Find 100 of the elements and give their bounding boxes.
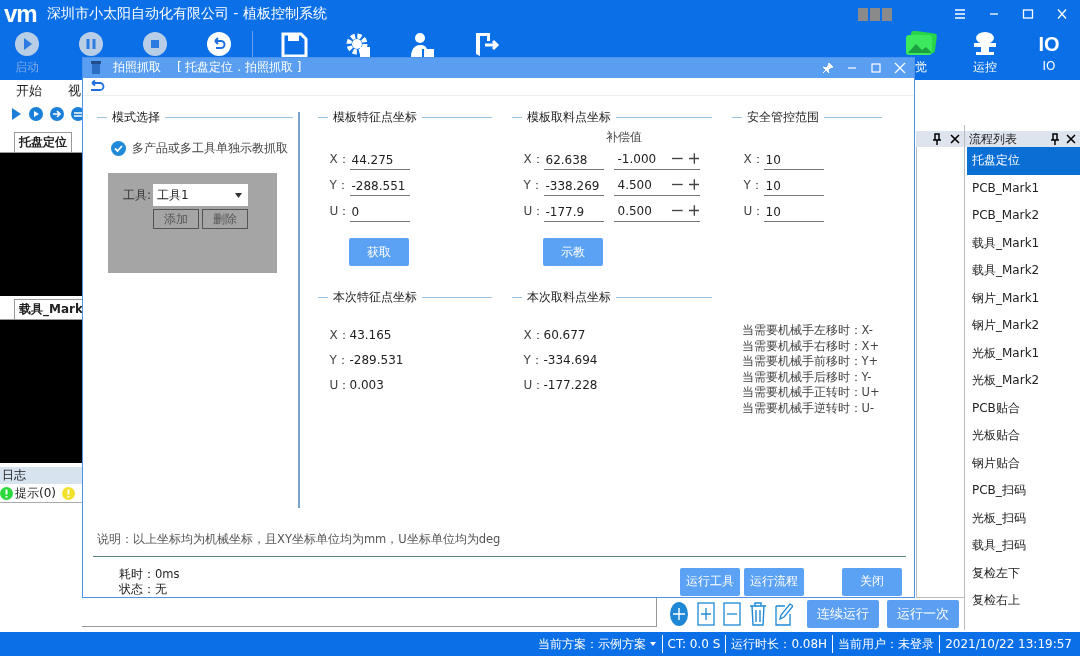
section-title: 模板特征点坐标 — [332, 109, 417, 125]
range-field[interactable]: 10 — [763, 148, 824, 171]
offset-field[interactable]: -1.000 — [617, 151, 667, 166]
robot-icon — [972, 31, 998, 57]
pin-icon[interactable] — [932, 133, 942, 145]
flow-item[interactable]: PCB_Mark2 — [967, 202, 1080, 230]
range-field[interactable]: 10 — [763, 174, 824, 197]
play-icon — [14, 31, 40, 57]
checkbox[interactable]: 多产品或多工具单独示教抓取 — [111, 140, 293, 158]
dialog-path: [ 托盘定位 . 拍照抓取 ] — [177, 59, 302, 77]
coordinate-field[interactable]: -338.269 — [543, 174, 604, 197]
axis-label: X： — [523, 150, 540, 168]
document-icon — [91, 60, 101, 75]
coordinate-value: -177.228 — [543, 378, 598, 393]
flow-item[interactable]: 载具_Mark1 — [967, 229, 1080, 257]
flow-item[interactable]: 钢片贴合 — [967, 449, 1080, 477]
coordinate-value: -334.694 — [543, 353, 598, 368]
range-field[interactable]: 10 — [763, 200, 824, 223]
offset-field[interactable]: 0.500 — [617, 203, 667, 218]
undo-icon[interactable] — [206, 31, 232, 57]
plus-icon[interactable] — [688, 205, 700, 217]
toolbar-button[interactable]: 觉 — [894, 31, 948, 76]
field-label: 工具: — [123, 186, 152, 204]
axis-label: U： — [329, 376, 346, 394]
flow-item[interactable]: 载具_扫码 — [967, 532, 1080, 560]
menu-item[interactable]: 开始 — [16, 82, 42, 100]
hint-text: 当需要机械手左移时：X- — [741, 323, 874, 339]
flow-item[interactable]: PCB_扫码 — [967, 477, 1080, 505]
flow-item[interactable]: 载具_Mark2 — [967, 257, 1080, 285]
section-title: 本次取料点坐标 — [526, 289, 611, 305]
pin-icon[interactable] — [1050, 133, 1060, 145]
view-tab[interactable]: 托盘定位 — [14, 132, 72, 152]
dropdown-caret-icon — [235, 192, 243, 198]
undo-icon[interactable] — [89, 80, 105, 93]
axis-label: X： — [329, 150, 346, 168]
coordinate-value: 43.165 — [349, 328, 392, 343]
tool-dropdown[interactable]: 工具1 — [153, 184, 249, 207]
hint-text: 当需要机械手前移时：Y+ — [741, 354, 880, 370]
toolbar-button[interactable]: IO IO — [1022, 31, 1076, 73]
coordinate-field[interactable]: 0 — [349, 200, 410, 223]
maximize-icon[interactable] — [1022, 9, 1034, 19]
close-icon[interactable] — [1066, 134, 1076, 144]
dropdown-caret-icon[interactable] — [648, 641, 657, 647]
toolbar-button[interactable]: 运控 — [958, 31, 1012, 76]
play-icon[interactable] — [10, 107, 22, 120]
trash-icon[interactable] — [749, 602, 767, 626]
save-icon[interactable] — [280, 31, 308, 59]
status-text: 2021/10/22 13:19:57 — [945, 637, 1072, 651]
axis-label: Y： — [523, 351, 540, 369]
flow-item[interactable]: 托盘定位 — [967, 147, 1080, 175]
coordinate-field[interactable]: 62.638 — [543, 148, 604, 171]
hint-text: 当需要机械手右移时：X+ — [741, 338, 880, 355]
flow-item[interactable]: 光板贴合 — [967, 422, 1080, 450]
section-title: 安全管控范围 — [746, 109, 819, 125]
flow-item[interactable]: 复检右上 — [967, 587, 1080, 615]
hint-text: 当需要机械手逆转时：U- — [741, 400, 876, 417]
hint-text: 当需要机械手后移时：Y- — [741, 369, 873, 386]
hint-text: 当需要机械手正转时：U+ — [741, 385, 881, 401]
log-header: 日志 — [0, 467, 82, 484]
axis-label: X： — [743, 150, 760, 168]
flow-item[interactable]: 光板_扫码 — [967, 504, 1080, 532]
user-lock-icon[interactable] — [408, 31, 436, 59]
log-filter[interactable]: 提示(0) — [0, 484, 56, 502]
warning-icon — [62, 486, 75, 500]
window-title: 深圳市小太阳自动化有限公司 - 植板控制系统 — [46, 5, 327, 23]
plus-icon[interactable] — [688, 153, 700, 165]
plus-icon[interactable] — [688, 179, 700, 191]
gear-icon[interactable] — [344, 31, 372, 59]
add-circle-icon[interactable] — [669, 601, 689, 627]
axis-label: U： — [523, 202, 540, 220]
close-icon[interactable] — [950, 134, 960, 144]
coordinate-value: -289.531 — [349, 353, 404, 368]
menu-icon[interactable] — [954, 9, 966, 19]
flow-item[interactable]: PCB贴合 — [967, 394, 1080, 422]
play-circle-icon[interactable] — [29, 106, 43, 121]
stop-icon[interactable] — [142, 31, 168, 57]
menu-item[interactable]: 视 — [68, 82, 81, 100]
arrow-circle-icon[interactable] — [50, 106, 64, 121]
offset-field[interactable]: 4.500 — [617, 177, 667, 192]
flow-item[interactable]: 复检左下 — [967, 559, 1080, 587]
axis-label: Y： — [523, 176, 540, 194]
flow-item[interactable]: 钢片_Mark2 — [967, 312, 1080, 340]
coordinate-field[interactable]: 44.275 — [349, 148, 410, 171]
section-title: 模板取料点坐标 — [526, 109, 611, 125]
dialog-title: 拍照抓取 — [113, 59, 161, 77]
coordinate-field[interactable]: -177.9 — [543, 200, 604, 223]
section-title: 模式选择 — [112, 109, 160, 125]
flow-item[interactable]: PCB_Mark1 — [967, 174, 1080, 202]
panel-title: 流程列表 — [969, 130, 1017, 148]
coordinate-field[interactable]: -288.551 — [349, 174, 410, 197]
status-text: 运行时长：0.08H — [731, 635, 828, 653]
flow-item[interactable]: 光板_Mark1 — [967, 339, 1080, 367]
axis-label: Y： — [743, 176, 760, 194]
flow-item[interactable]: 钢片_Mark1 — [967, 284, 1080, 312]
axis-label: X： — [523, 326, 540, 344]
edit-icon[interactable] — [775, 602, 793, 626]
status-text: 状态：无 — [119, 582, 168, 597]
flow-item[interactable]: 光板_Mark2 — [967, 367, 1080, 395]
axis-label: U： — [523, 376, 540, 394]
pause-icon[interactable] — [78, 31, 104, 57]
